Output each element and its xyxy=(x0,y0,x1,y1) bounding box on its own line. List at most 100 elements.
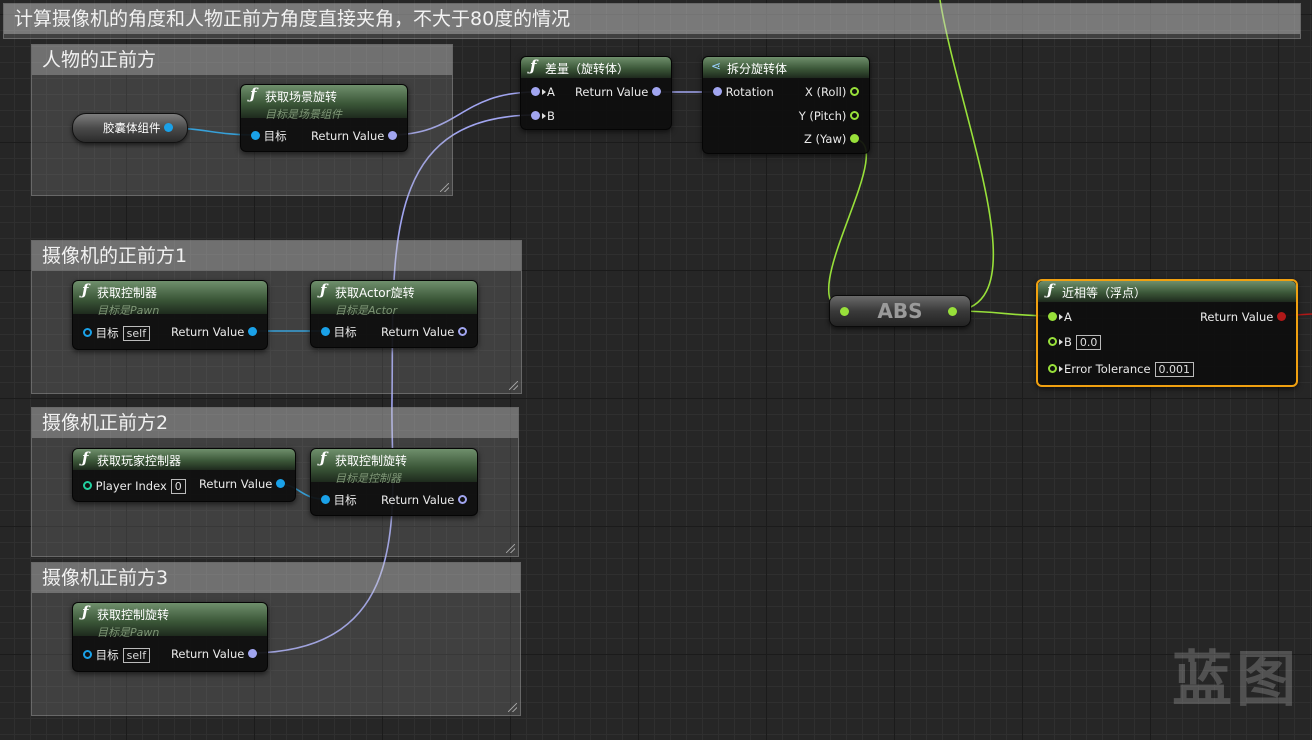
pitch-pin[interactable]: Y (Pitch) xyxy=(799,108,859,124)
pin-label: Y (Pitch) xyxy=(798,109,847,123)
node-header: 近相等（浮点） xyxy=(1038,281,1296,302)
pin-label: Error Tolerance xyxy=(1064,362,1151,376)
node-title: 获取Actor旋转 xyxy=(335,286,415,300)
yaw-pin[interactable]: Z (Yaw) xyxy=(804,131,859,147)
return-value-pin[interactable]: Return Value xyxy=(311,128,397,144)
pin-label: B xyxy=(1064,335,1072,349)
player-index-pin-dot[interactable] xyxy=(83,481,92,490)
node-title: 获取玩家控制器 xyxy=(97,454,182,468)
a-pin-dot[interactable] xyxy=(531,87,540,96)
delta-rotator-node[interactable]: 差量（旋转体） A B Return Value xyxy=(520,56,672,130)
return-pin-dot[interactable] xyxy=(388,131,397,140)
arrow-icon xyxy=(1059,365,1063,372)
pin-label: 目标 xyxy=(333,493,357,507)
break-icon: ⋖ xyxy=(711,59,722,73)
node-subtitle: 目标是Actor xyxy=(335,304,398,317)
break-rotator-node[interactable]: ⋖ 拆分旋转体 Rotation X (Roll) Y (Pitch) Z (Y… xyxy=(702,56,870,154)
return-pin-dot[interactable] xyxy=(458,327,467,336)
node-title: 获取控制旋转 xyxy=(335,454,408,468)
return-pin-dot[interactable] xyxy=(248,327,257,336)
get-control-rotation-pawn-node[interactable]: 获取控制旋转 目标是Pawn 目标self Return Value xyxy=(72,602,268,672)
pin-label: Z (Yaw) xyxy=(803,132,847,146)
resize-handle[interactable] xyxy=(440,183,449,192)
return-value-pin[interactable]: Return Value xyxy=(575,84,661,100)
get-player-controller-node[interactable]: 获取玩家控制器 Player Index0 Return Value xyxy=(72,448,296,502)
wire-yaw-to-abs xyxy=(828,138,867,312)
node-header: 差量（旋转体） xyxy=(521,57,671,78)
pin-label: A xyxy=(547,85,555,99)
b-pin[interactable]: B xyxy=(531,108,555,124)
b-pin-dot[interactable] xyxy=(1048,337,1057,346)
return-pin-dot[interactable] xyxy=(458,495,467,504)
return-pin-dot[interactable] xyxy=(652,87,661,96)
return-value-pin[interactable]: Return Value xyxy=(381,492,467,508)
watermark: 蓝图 xyxy=(1172,645,1300,715)
return-value-pin[interactable]: Return Value xyxy=(1200,309,1286,325)
return-value-pin[interactable]: Return Value xyxy=(171,646,257,662)
node-header: 获取Actor旋转 目标是Actor xyxy=(311,281,477,317)
node-title: 拆分旋转体 xyxy=(727,62,788,76)
a-pin[interactable]: A xyxy=(531,84,555,100)
nearly-equal-node[interactable]: 近相等（浮点） A B0.0 Error Tolerance0.001 Retu… xyxy=(1036,279,1298,387)
get-control-rotation-node[interactable]: 获取控制旋转 目标是控制器 目标 Return Value xyxy=(310,448,478,516)
a-pin-dot[interactable] xyxy=(1048,312,1057,321)
yaw-pin-dot[interactable] xyxy=(850,134,859,143)
abs-output-pin[interactable] xyxy=(948,307,957,316)
abs-node[interactable]: ABS xyxy=(829,295,971,327)
node-header: ⋖ 拆分旋转体 xyxy=(703,57,869,78)
roll-pin[interactable]: X (Roll) xyxy=(805,84,859,100)
error-tolerance-pin[interactable]: Error Tolerance 0.001 xyxy=(1048,361,1195,377)
capsule-component-node[interactable]: 胶囊体组件 xyxy=(72,113,188,143)
pin-label: Rotation xyxy=(725,85,774,99)
return-value-pin[interactable]: Return Value xyxy=(381,324,467,340)
return-value-pin[interactable]: Return Value xyxy=(199,476,285,492)
rotation-pin-dot[interactable] xyxy=(713,87,722,96)
b-pin[interactable]: B 0.0 xyxy=(1048,334,1102,350)
get-scene-rotation-node[interactable]: 获取场景旋转 目标是场景组件 目标 Return Value xyxy=(240,84,408,152)
b-value-field[interactable]: 0.0 xyxy=(1075,335,1102,350)
node-title: 获取场景旋转 xyxy=(265,90,338,104)
return-pin-dot[interactable] xyxy=(248,649,257,658)
pin-label: X (Roll) xyxy=(804,85,847,99)
target-pin[interactable]: 目标 self xyxy=(83,647,151,663)
target-pin[interactable]: 目标 xyxy=(251,128,287,144)
resize-handle[interactable] xyxy=(508,703,517,712)
return-pin-dot[interactable] xyxy=(276,479,285,488)
target-pin-dot[interactable] xyxy=(83,328,92,337)
rotation-pin[interactable]: Rotation xyxy=(713,84,774,100)
target-pin-dot[interactable] xyxy=(321,327,330,336)
return-value-pin[interactable]: Return Value xyxy=(171,324,257,340)
player-index-pin[interactable]: Player Index 0 xyxy=(83,478,186,494)
pin-label: Return Value xyxy=(1199,310,1274,324)
pin-label: Return Value xyxy=(170,325,245,339)
pitch-pin-dot[interactable] xyxy=(850,111,859,120)
target-pin[interactable]: 目标 self xyxy=(83,325,151,341)
get-controller-node[interactable]: 获取控制器 目标是Pawn 目标self Return Value xyxy=(72,280,268,350)
return-pin-dot[interactable] xyxy=(1277,312,1286,321)
self-field[interactable]: self xyxy=(122,648,151,663)
tolerance-pin-dot[interactable] xyxy=(1048,364,1057,373)
target-pin-dot[interactable] xyxy=(321,495,330,504)
node-title: 差量（旋转体） xyxy=(545,62,630,76)
pin-label: Return Value xyxy=(170,647,245,661)
resize-handle[interactable] xyxy=(506,544,515,553)
player-index-field[interactable]: 0 xyxy=(170,479,186,494)
tolerance-value-field[interactable]: 0.001 xyxy=(1154,362,1195,377)
target-pin-dot[interactable] xyxy=(251,131,260,140)
self-field[interactable]: self xyxy=(122,326,151,341)
node-subtitle: 目标是场景组件 xyxy=(265,108,342,121)
target-pin-dot[interactable] xyxy=(83,650,92,659)
target-pin[interactable]: 目标 xyxy=(321,324,357,340)
pin-label: B xyxy=(547,109,555,123)
resize-handle[interactable] xyxy=(509,381,518,390)
node-title: 获取控制旋转 xyxy=(97,608,170,622)
target-pin[interactable]: 目标 xyxy=(321,492,357,508)
get-actor-rotation-node[interactable]: 获取Actor旋转 目标是Actor 目标 Return Value xyxy=(310,280,478,348)
pin-label: Return Value xyxy=(574,85,649,99)
roll-pin-dot[interactable] xyxy=(850,87,859,96)
b-pin-dot[interactable] xyxy=(531,111,540,120)
pin-label: A xyxy=(1064,310,1072,324)
comment-outer[interactable]: 计算摄像机的角度和人物正前方角度直接夹角，不大于80度的情况 xyxy=(3,3,1301,39)
a-pin[interactable]: A xyxy=(1048,309,1072,325)
capsule-output-pin[interactable] xyxy=(164,123,173,132)
